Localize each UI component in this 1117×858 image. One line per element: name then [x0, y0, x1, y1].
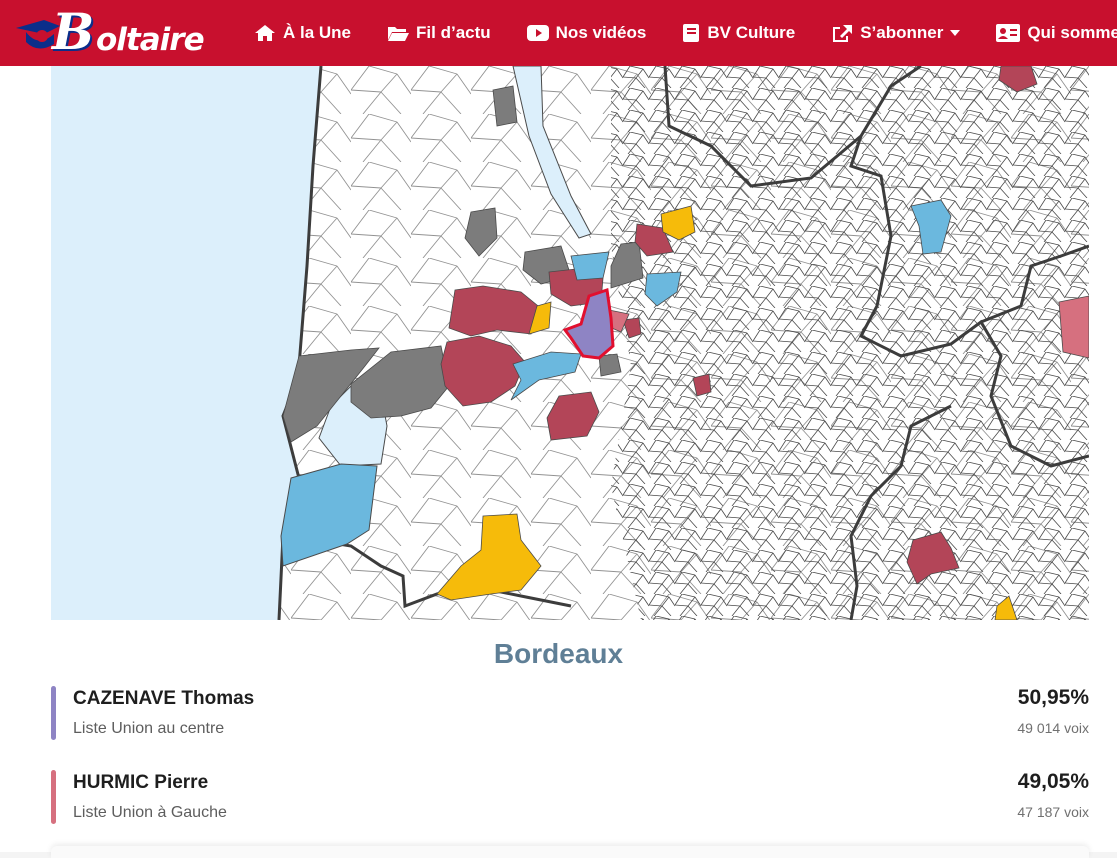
nav-label: Fil d’actu — [416, 23, 491, 42]
candidate-name: CAZENAVE Thomas — [73, 688, 255, 709]
candidate-color-bar — [51, 770, 56, 824]
nav-item-fil-actu[interactable]: Fil d’actu — [387, 23, 491, 43]
election-map[interactable] — [51, 66, 1089, 620]
candidate-row[interactable]: HURMIC Pierre Liste Union à Gauche 49,05… — [51, 770, 1089, 826]
youtube-icon — [526, 25, 549, 41]
commune-blue[interactable] — [570, 251, 610, 281]
candidate-list: Liste Union au centre — [73, 720, 225, 737]
nav-label: Qui sommes-n — [1027, 23, 1117, 42]
nav-label: À la Une — [283, 23, 352, 42]
site-logo[interactable]: B oltaire — [14, 2, 205, 62]
home-icon — [255, 25, 275, 41]
book-icon — [683, 24, 700, 42]
candidate-votes: 47 187 voix — [1017, 804, 1089, 820]
next-card-edge — [51, 846, 1089, 858]
candidate-percentage: 49,05% — [1017, 770, 1089, 793]
commune-gray[interactable] — [492, 85, 518, 127]
candidate-row[interactable]: CAZENAVE Thomas Liste Union au centre 50… — [51, 686, 1089, 742]
result-card: Bordeaux CAZENAVE Thomas Liste Union au … — [0, 66, 1117, 858]
candidate-votes: 49 014 voix — [1017, 720, 1089, 736]
commune-gray[interactable] — [598, 353, 622, 377]
candidate-list: Liste Union à Gauche — [73, 804, 227, 821]
folder-open-icon — [388, 27, 410, 41]
nav-item-s-abonner[interactable]: S’abonner — [831, 23, 961, 43]
share-icon — [833, 25, 853, 42]
nav-item-bv-culture[interactable]: BV Culture — [682, 23, 795, 43]
nav-item-nos-videos[interactable]: Nos vidéos — [526, 23, 647, 43]
nav-label: BV Culture — [707, 23, 796, 42]
commune-gauche-light[interactable] — [1058, 295, 1089, 359]
candidate-color-bar — [51, 686, 56, 740]
nav-item-a-la-une[interactable]: À la Une — [254, 23, 351, 43]
logo-text: oltaire — [96, 22, 205, 58]
logo-letter: B — [52, 2, 95, 61]
site-header: B oltaire À la Une Fil d’actu Nos vidéos… — [0, 0, 1117, 66]
main-nav: À la Une Fil d’actu Nos vidéos BV Cultur… — [254, 0, 1117, 66]
id-card-icon — [996, 24, 1021, 42]
candidate-percentage: 50,95% — [1017, 686, 1089, 709]
nav-label: Nos vidéos — [555, 23, 647, 42]
nav-label: S’abonner — [860, 23, 944, 42]
caret-down-icon — [950, 30, 961, 36]
city-title: Bordeaux — [493, 638, 624, 669]
nav-item-qui-sommes-nous[interactable]: Qui sommes-n — [996, 23, 1117, 43]
candidate-name: HURMIC Pierre — [73, 772, 209, 793]
